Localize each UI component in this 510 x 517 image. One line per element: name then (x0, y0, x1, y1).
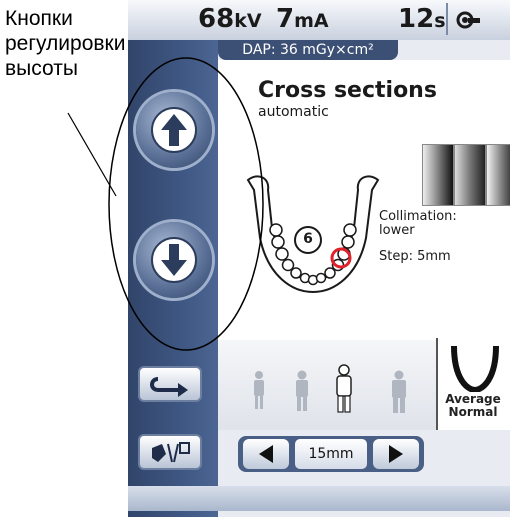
ma-value: 7 (276, 4, 295, 34)
patient-position-icon (152, 442, 190, 463)
patient-size-icon-selected[interactable] (334, 364, 354, 414)
cross-section-thumbnail (486, 144, 510, 206)
arrow-down-icon (151, 237, 197, 283)
patient-size-icon[interactable] (252, 370, 266, 410)
arch-shape-label: Average Normal (438, 393, 508, 419)
step-label: Step: 5mm (379, 249, 451, 264)
step-increase-button[interactable] (373, 439, 419, 469)
height-up-button[interactable] (136, 92, 212, 168)
time-readout: 12s (398, 4, 446, 34)
ma-readout: 7mA (276, 4, 329, 34)
status-separator (446, 3, 448, 35)
collimation-label: Collimation: (379, 209, 457, 224)
height-down-button[interactable] (136, 222, 212, 298)
ma-unit: mA (294, 10, 329, 32)
program-title: Cross sections (258, 78, 437, 103)
collimation-value: lower (379, 223, 415, 238)
device-screen: 68kV 7mA 12s DAP: 36 mGy×cm² Cross secti… (128, 0, 510, 517)
kv-value: 68 (198, 4, 235, 34)
arrow-left-icon (259, 445, 273, 463)
kv-unit: kV (234, 10, 262, 32)
annotation-line-1: Кнопки (5, 7, 73, 30)
status-bar: 68kV 7mA 12s (128, 0, 510, 40)
step-size-stepper: 15mm (238, 436, 424, 472)
annotation-line-2: регулировки (5, 32, 126, 55)
return-arrow-icon (150, 377, 188, 397)
step-size-value: 15mm (295, 439, 367, 469)
annotation-label: Кнопки регулировки высоты (5, 6, 125, 81)
jaw-diagram: 6 (238, 168, 388, 298)
arch-shape-icon (451, 345, 499, 392)
arrow-up-icon (151, 107, 197, 153)
cross-section-thumbnail (422, 144, 454, 206)
arch-shape-line-2: Normal (448, 405, 498, 419)
return-button[interactable] (138, 366, 202, 402)
annotation-line-3: высоты (5, 57, 78, 80)
wrench-icon[interactable] (454, 6, 482, 34)
cross-section-thumbnail (454, 144, 486, 206)
step-decrease-button[interactable] (243, 439, 289, 469)
time-value: 12 (398, 4, 435, 34)
patient-size-icon[interactable] (390, 370, 408, 414)
time-unit: s (434, 10, 446, 32)
annotation-pointer-line (67, 112, 117, 197)
arrow-right-icon (389, 445, 403, 463)
kv-readout: 68kV (198, 4, 262, 34)
patient-size-icon[interactable] (294, 370, 310, 412)
dap-readout: DAP: 36 mGy×cm² (218, 40, 398, 60)
patient-position-button[interactable] (138, 434, 202, 470)
bottom-bar (128, 486, 510, 511)
program-subtitle: automatic (258, 104, 329, 120)
tooth-number-label: 6 (303, 231, 313, 247)
